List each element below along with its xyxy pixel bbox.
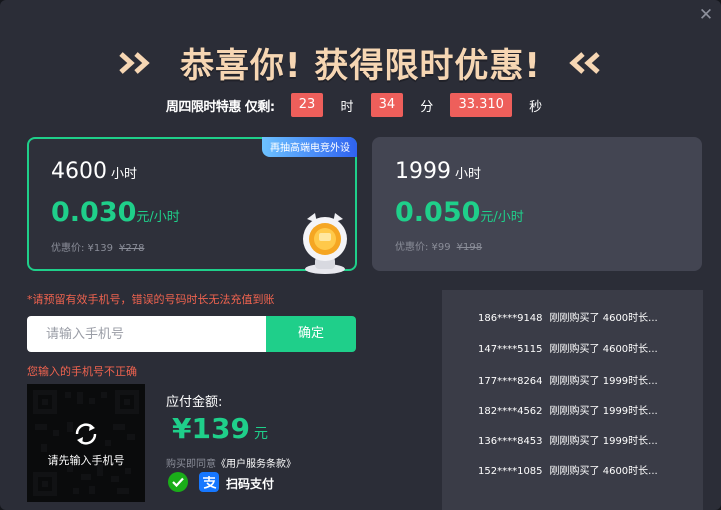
countdown-seconds-unit: 秒 <box>529 99 543 115</box>
plan-original-price: ¥278 <box>119 243 145 254</box>
payment-label: 应付金额: <box>166 395 223 410</box>
plan-badge: 再抽高端电竞外设 <box>262 137 357 157</box>
refresh-icon[interactable] <box>71 420 101 448</box>
plan-card-1999[interactable]: 1999 小时 0.050元/小时 优惠价: ¥99 ¥198 <box>372 137 702 271</box>
feed-item: 136****8453 刚刚购买了 1999时长... <box>478 432 658 447</box>
feed-item: 186****9148 刚刚购买了 4600时长... <box>478 309 658 324</box>
feed-phone: 177****8264 <box>478 376 543 387</box>
plan-discount: 优惠价: ¥99 ¥198 <box>395 238 482 253</box>
plan-hours-value: 4600 <box>51 159 107 184</box>
plan-rate-unit: 元/小时 <box>136 210 180 225</box>
countdown-minutes: 34 <box>370 93 404 117</box>
feed-phone: 136****8453 <box>478 436 543 447</box>
payment-value: 139 <box>191 412 250 445</box>
headline: 恭喜你! 获得限时优惠! <box>0 38 721 87</box>
feed-text: 刚刚购买了 1999时长... <box>549 376 658 387</box>
plan-hours: 1999 小时 <box>395 159 481 184</box>
countdown-label: 周四限时特惠 仅剩: <box>165 99 275 115</box>
payment-amount: ¥139 元 <box>172 412 268 445</box>
phone-warning: *请预留有效手机号，错误的号码时长无法充值到账 <box>27 293 275 306</box>
qr-hint: 请先输入手机号 <box>47 454 125 467</box>
feed-phone: 152****1085 <box>478 466 543 477</box>
wechat-pay-icon[interactable] <box>168 472 188 492</box>
feed-phone: 186****9148 <box>478 313 543 324</box>
double-chevron-left-icon <box>569 51 600 74</box>
countdown-hours: 23 <box>290 93 324 117</box>
plan-rate-value: 0.050 <box>395 197 481 228</box>
feed-phone: 182****4562 <box>478 406 543 417</box>
payment-qr-code: 请先输入手机号 <box>27 384 145 502</box>
feed-text: 刚刚购买了 4600时长... <box>549 344 658 355</box>
plan-rate-unit: 元/小时 <box>480 210 524 225</box>
plan-hours: 4600 小时 <box>51 159 137 184</box>
feed-item: 147****5115 刚刚购买了 4600时长... <box>478 340 658 355</box>
feed-text: 刚刚购买了 4600时长... <box>549 313 658 324</box>
plan-card-4600[interactable]: 再抽高端电竞外设 4600 小时 0.030元/小时 优惠价: ¥139 ¥278 <box>27 137 357 274</box>
plan-rate: 0.050元/小时 <box>395 197 524 228</box>
plan-rate: 0.030元/小时 <box>51 197 180 228</box>
terms-link[interactable]: 《用户服务条款》 <box>216 459 296 470</box>
plan-hours-unit: 小时 <box>455 167 482 182</box>
countdown-minutes-unit: 分 <box>420 99 434 115</box>
feed-item: 182****4562 刚刚购买了 1999时长... <box>478 402 658 417</box>
feed-item: 152****1085 刚刚购买了 4600时长... <box>478 462 658 477</box>
close-icon[interactable]: ✕ <box>697 6 715 24</box>
plan-hours-value: 1999 <box>395 159 451 184</box>
double-chevron-right-icon <box>119 51 150 74</box>
plan-discount-price: 优惠价: ¥139 <box>51 243 113 254</box>
scan-to-pay-label: 扫码支付 <box>226 477 275 491</box>
phone-error: 您输入的手机号不正确 <box>27 365 137 378</box>
plan-hours-unit: 小时 <box>111 167 138 182</box>
terms-agreement: 购买即同意《用户服务条款》 <box>166 455 296 470</box>
headline-title: 恭喜你! 获得限时优惠! <box>180 46 541 86</box>
countdown-hours-unit: 时 <box>340 99 354 115</box>
purchase-feed: 186****9148 刚刚购买了 4600时长... 147****5115 刚刚… <box>442 290 703 510</box>
robot-mascot-icon <box>303 213 347 274</box>
feed-item: 177****8264 刚刚购买了 1999时长... <box>478 372 658 387</box>
payment-unit: 元 <box>253 426 268 442</box>
alipay-icon[interactable] <box>199 472 219 492</box>
plan-discount: 优惠价: ¥139 ¥278 <box>51 239 144 254</box>
feed-text: 刚刚购买了 1999时长... <box>549 436 658 447</box>
feed-phone: 147****5115 <box>478 344 543 355</box>
offer-modal: ✕ 恭喜你! 获得限时优惠! 周四限时特惠 仅剩: 23 时 34 分 33.3… <box>0 0 721 510</box>
countdown-seconds: 33.310 <box>450 93 512 117</box>
plan-discount-price: 优惠价: ¥99 <box>395 242 451 253</box>
plan-rate-value: 0.030 <box>51 197 137 228</box>
payment-currency: ¥ <box>172 412 192 445</box>
feed-text: 刚刚购买了 4600时长... <box>549 466 658 477</box>
phone-input[interactable] <box>27 316 267 352</box>
feed-text: 刚刚购买了 1999时长... <box>549 406 658 417</box>
plan-original-price: ¥198 <box>456 242 483 253</box>
terms-prefix: 购买即同意 <box>166 459 216 470</box>
countdown-timer: 周四限时特惠 仅剩: 23 时 34 分 33.310 秒 <box>0 93 721 117</box>
confirm-button[interactable]: 确定 <box>266 316 356 352</box>
